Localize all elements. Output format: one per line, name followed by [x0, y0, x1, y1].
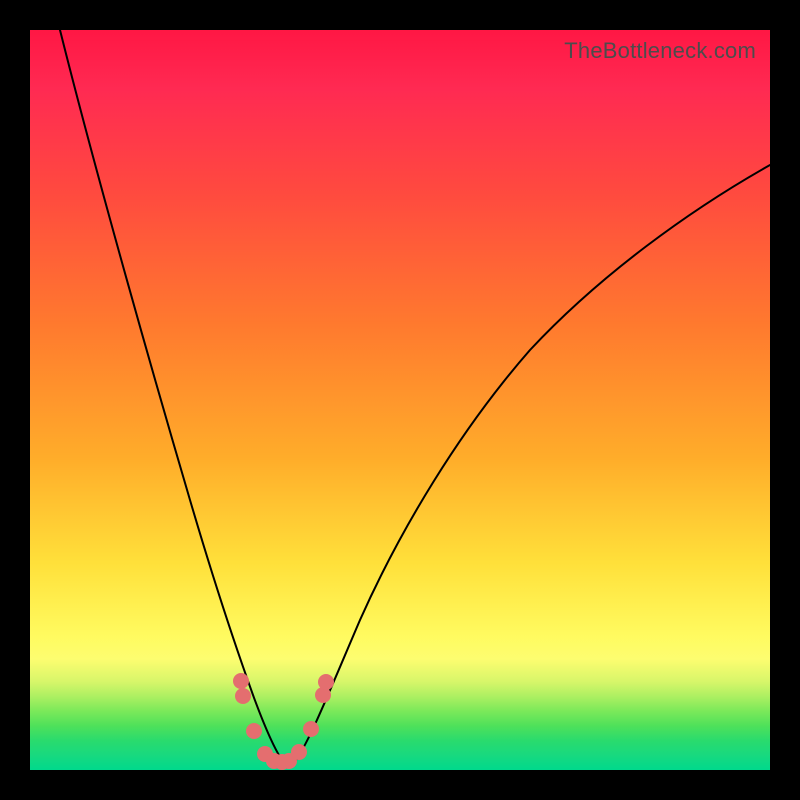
dot	[233, 673, 249, 689]
dot	[303, 721, 319, 737]
curve-svg	[30, 30, 770, 770]
dot	[246, 723, 262, 739]
dot	[291, 744, 307, 760]
curve-right-branch	[296, 165, 770, 760]
dot	[318, 674, 334, 690]
curve-left-branch	[60, 30, 282, 760]
dot	[235, 688, 251, 704]
outer-frame: TheBottleneck.com	[0, 0, 800, 800]
plot-area: TheBottleneck.com	[30, 30, 770, 770]
highlight-dots	[233, 673, 334, 770]
